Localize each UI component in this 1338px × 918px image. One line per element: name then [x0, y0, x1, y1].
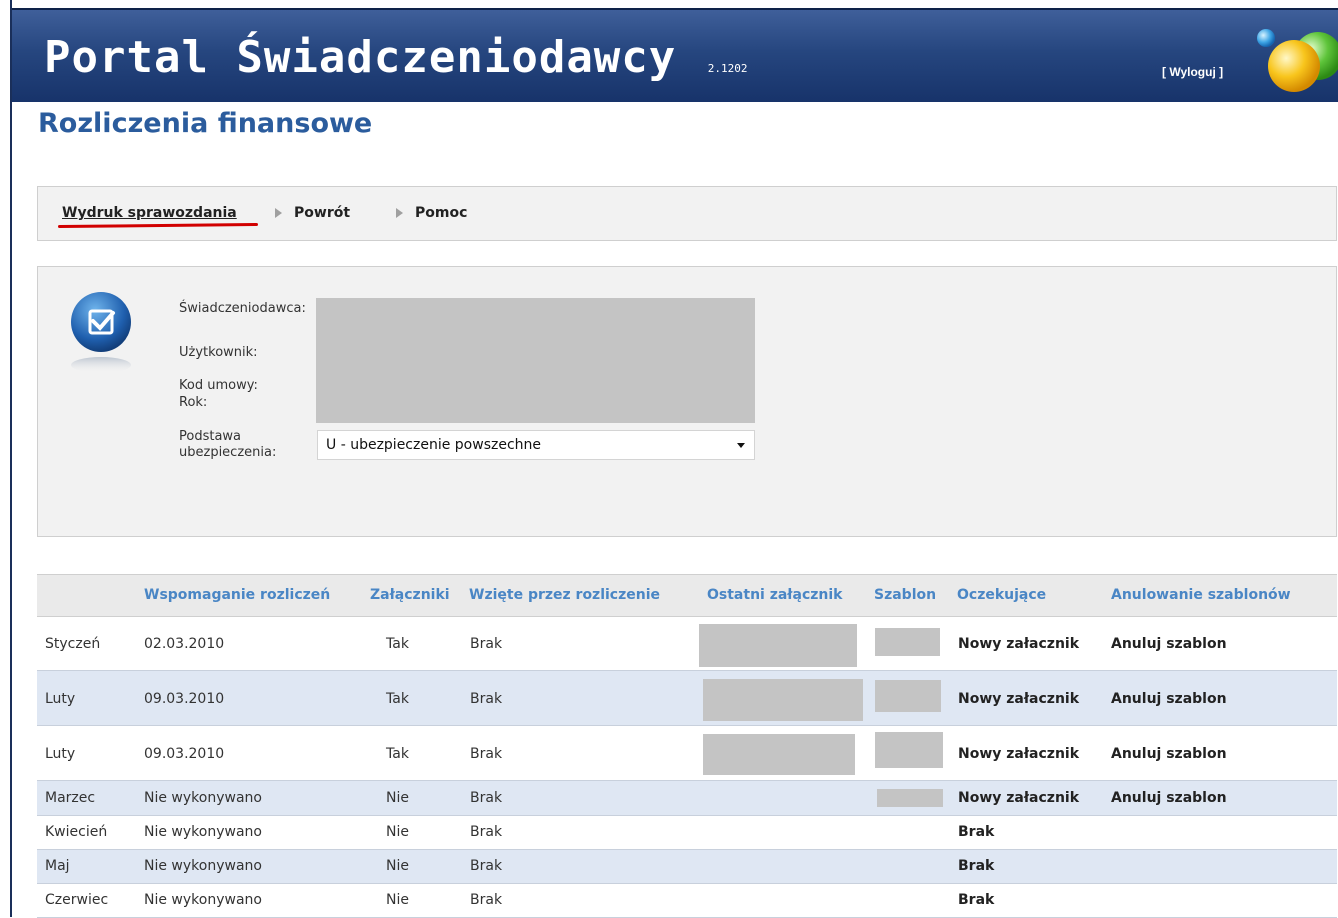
table-row: Luty 09.03.2010 Tak Brak Nowy załacznik …	[37, 671, 1337, 726]
table-header: Wspomaganie rozliczeń Załączniki Wzięte …	[37, 574, 1337, 617]
redacted-template	[875, 732, 943, 768]
col-header-cancel-templates: Anulowanie szablonów	[1111, 587, 1291, 603]
arrow-right-icon	[275, 208, 282, 218]
redacted-template	[875, 680, 941, 712]
cell-support: 09.03.2010	[144, 746, 225, 762]
cell-month: Czerwiec	[45, 892, 109, 908]
cell-taken: Brak	[470, 790, 503, 806]
col-header-pending: Oczekujące	[957, 587, 1047, 603]
app-title-text: Portal Świadczeniodawcy	[44, 32, 677, 83]
top-strip	[12, 0, 1338, 8]
cell-taken: Brak	[470, 858, 503, 874]
insurance-basis-value: U - ubezpieczenie powszechne	[326, 437, 542, 453]
spheres-logo-icon	[1257, 29, 1338, 92]
table-row: Luty 09.03.2010 Tak Brak Nowy załacznik …	[37, 726, 1337, 781]
logout-link[interactable]: [ Wyloguj ]	[1162, 65, 1223, 79]
provider-label: Świadczeniodawca:	[179, 301, 306, 316]
app-frame: Portal Świadczeniodawcy 2.1202 [ Wyloguj…	[10, 0, 1338, 918]
insurance-label-line2: ubezpieczenia:	[179, 445, 277, 460]
cell-attachments: Tak	[386, 636, 409, 652]
print-report-link[interactable]: Wydruk sprawozdania	[62, 205, 237, 221]
cell-taken: Brak	[470, 824, 503, 840]
table-row: Marzec Nie wykonywano Nie Brak Nowy zała…	[37, 781, 1337, 816]
col-header-support: Wspomaganie rozliczeń	[144, 587, 331, 603]
cell-month: Maj	[45, 858, 70, 874]
help-link[interactable]: Pomoc	[415, 205, 467, 221]
cell-attachments: Nie	[386, 858, 409, 874]
table-row: Kwiecień Nie wykonywano Nie Brak Brak	[37, 816, 1337, 850]
cell-attachments: Nie	[386, 790, 409, 806]
col-header-last-attachment: Ostatni załącznik	[707, 587, 843, 603]
cell-support: 02.03.2010	[144, 636, 225, 652]
checkbox-document-icon	[71, 292, 131, 373]
cell-support: Nie wykonywano	[144, 892, 262, 908]
insurance-label-line1: Podstawa	[179, 429, 242, 444]
cell-taken: Brak	[470, 892, 503, 908]
col-header-attachments: Załączniki	[370, 587, 450, 603]
red-annotation-underline	[57, 222, 259, 229]
col-header-template: Szablon	[874, 587, 937, 603]
back-link[interactable]: Powrót	[294, 205, 350, 221]
cell-taken: Brak	[470, 691, 503, 707]
cell-support: Nie wykonywano	[144, 790, 262, 806]
redacted-provider-details	[316, 298, 755, 423]
cell-month: Luty	[45, 691, 76, 707]
year-label: Rok:	[179, 395, 208, 410]
cell-attachments: Tak	[386, 746, 409, 762]
cell-month: Marzec	[45, 790, 96, 806]
redacted-template	[875, 628, 940, 656]
dropdown-arrow-icon	[737, 443, 745, 448]
user-label: Użytkownik:	[179, 345, 258, 360]
redacted-last-attachment	[703, 679, 863, 721]
contract-code-label: Kod umowy:	[179, 378, 258, 393]
cancel-template-link[interactable]: Anuluj szablon	[1111, 636, 1227, 652]
new-attachment-link[interactable]: Nowy załacznik	[958, 636, 1079, 652]
cell-attachments: Tak	[386, 691, 409, 707]
cell-month: Luty	[45, 746, 76, 762]
cancel-template-link[interactable]: Anuluj szablon	[1111, 691, 1227, 707]
cell-attachments: Nie	[386, 824, 409, 840]
page-title: Rozliczenia finansowe	[38, 108, 373, 139]
cancel-template-link[interactable]: Anuluj szablon	[1111, 790, 1227, 806]
cell-month: Styczeń	[45, 636, 101, 652]
arrow-right-icon	[396, 208, 403, 218]
table-row: Czerwiec Nie wykonywano Nie Brak Brak	[37, 884, 1337, 918]
cell-support: Nie wykonywano	[144, 824, 262, 840]
app-title: Portal Świadczeniodawcy 2.1202	[44, 32, 748, 83]
cell-pending: Brak	[958, 824, 995, 840]
cancel-template-link[interactable]: Anuluj szablon	[1111, 746, 1227, 762]
new-attachment-link[interactable]: Nowy załacznik	[958, 790, 1079, 806]
action-toolbar: Wydruk sprawozdania Powrót Pomoc	[37, 186, 1337, 241]
cell-taken: Brak	[470, 636, 503, 652]
redacted-last-attachment	[699, 624, 857, 667]
cell-pending: Brak	[958, 858, 995, 874]
cell-attachments: Nie	[386, 892, 409, 908]
new-attachment-link[interactable]: Nowy załacznik	[958, 746, 1079, 762]
insurance-basis-select[interactable]: U - ubezpieczenie powszechne	[317, 430, 755, 460]
redacted-template	[877, 789, 943, 807]
cell-taken: Brak	[470, 746, 503, 762]
cell-support: 09.03.2010	[144, 691, 225, 707]
cell-month: Kwiecień	[45, 824, 108, 840]
redacted-last-attachment	[703, 734, 855, 775]
cell-support: Nie wykonywano	[144, 858, 262, 874]
new-attachment-link[interactable]: Nowy załacznik	[958, 691, 1079, 707]
col-header-taken: Wzięte przez rozliczenie	[469, 587, 661, 603]
table-row: Maj Nie wykonywano Nie Brak Brak	[37, 850, 1337, 884]
header-bar: Portal Świadczeniodawcy 2.1202 [ Wyloguj…	[12, 8, 1338, 102]
table-row: Styczeń 02.03.2010 Tak Brak Nowy załaczn…	[37, 617, 1337, 671]
app-version: 2.1202	[707, 62, 748, 75]
insurance-basis-label: Podstawa ubezpieczenia:	[179, 429, 276, 461]
info-panel: Świadczeniodawca: Użytkownik: Kod umowy:…	[37, 266, 1337, 537]
cell-pending: Brak	[958, 892, 995, 908]
